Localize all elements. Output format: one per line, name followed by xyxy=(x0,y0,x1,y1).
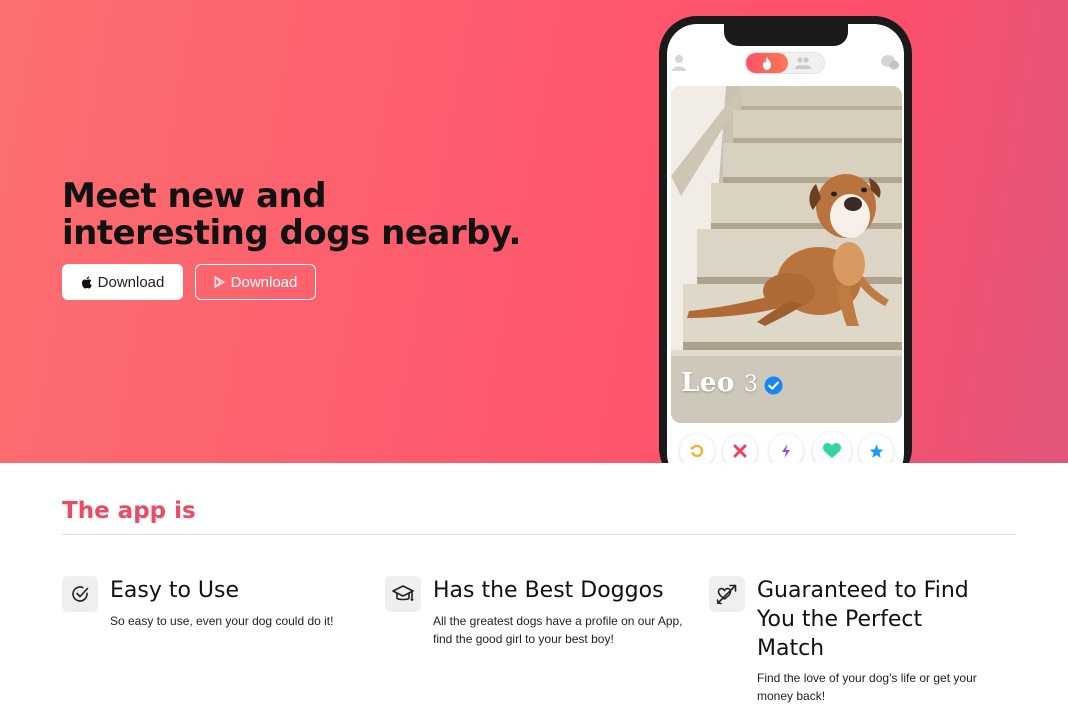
hero-section: Meet new and interesting dogs nearby. Do… xyxy=(0,0,1068,463)
feature-icon-box xyxy=(62,576,98,612)
feature-description: So easy to use, even your dog could do i… xyxy=(110,614,334,628)
nope-button[interactable] xyxy=(723,434,757,463)
super-like-icon xyxy=(869,444,883,458)
dog-age: 3 xyxy=(744,372,758,397)
feature-title-line2: You the Perfect xyxy=(757,607,923,632)
profile-icon[interactable] xyxy=(671,54,687,72)
apple-download-label: Download xyxy=(97,273,165,291)
graduation-cap-icon xyxy=(392,585,414,601)
chat-icon[interactable] xyxy=(880,54,900,72)
dog-profile-card[interactable]: Leo 3 xyxy=(671,86,902,423)
apple-download-button[interactable]: Download xyxy=(62,264,183,300)
nope-icon xyxy=(733,444,747,458)
feature-title-line3: Match xyxy=(757,636,825,661)
feature-title-line1: Guaranteed to Find xyxy=(757,578,969,603)
play-download-button[interactable]: Download xyxy=(195,264,316,300)
phone-screen: Leo 3 xyxy=(667,24,904,463)
rewind-button[interactable] xyxy=(680,434,714,463)
app-top-bar xyxy=(667,52,904,80)
feature-title: Easy to Use xyxy=(110,578,240,603)
feature-description: All the greatest dogs have a profile on … xyxy=(433,614,683,646)
play-store-icon xyxy=(214,276,225,288)
feature-title: Has the Best Doggos xyxy=(433,578,664,603)
section-divider xyxy=(62,534,1016,535)
phone-mockup: Leo 3 xyxy=(659,16,912,463)
feature-description: Find the love of your dog's life or get … xyxy=(757,671,977,703)
check-circle-icon xyxy=(72,586,89,602)
like-icon xyxy=(823,443,841,458)
hero-title-line1: Meet new and xyxy=(62,176,327,216)
mode-toggle[interactable] xyxy=(745,52,825,74)
hero-title: Meet new and interesting dogs nearby. xyxy=(62,178,582,252)
feature-icon-box xyxy=(385,576,421,612)
dog-name: Leo xyxy=(681,368,735,398)
super-like-button[interactable] xyxy=(859,434,893,463)
play-download-label: Download xyxy=(230,273,298,291)
boost-icon xyxy=(782,444,790,458)
flame-icon xyxy=(763,56,771,70)
hero-title-line2: interesting dogs nearby. xyxy=(62,213,521,253)
like-button[interactable] xyxy=(813,432,851,463)
phone-notch xyxy=(724,24,848,46)
flame-tab[interactable] xyxy=(746,53,788,73)
group-icon[interactable] xyxy=(794,56,812,70)
boost-button[interactable] xyxy=(769,434,803,463)
feature-icon-box xyxy=(709,576,745,612)
feature-title: Guaranteed to Find You the Perfect Match xyxy=(757,576,1007,663)
rewind-icon xyxy=(690,444,704,458)
verified-badge-icon xyxy=(764,376,783,395)
action-bar xyxy=(667,432,904,463)
cupid-arrow-icon xyxy=(716,584,737,605)
apple-logo-icon xyxy=(81,276,92,288)
section-title: The app is xyxy=(62,498,196,524)
